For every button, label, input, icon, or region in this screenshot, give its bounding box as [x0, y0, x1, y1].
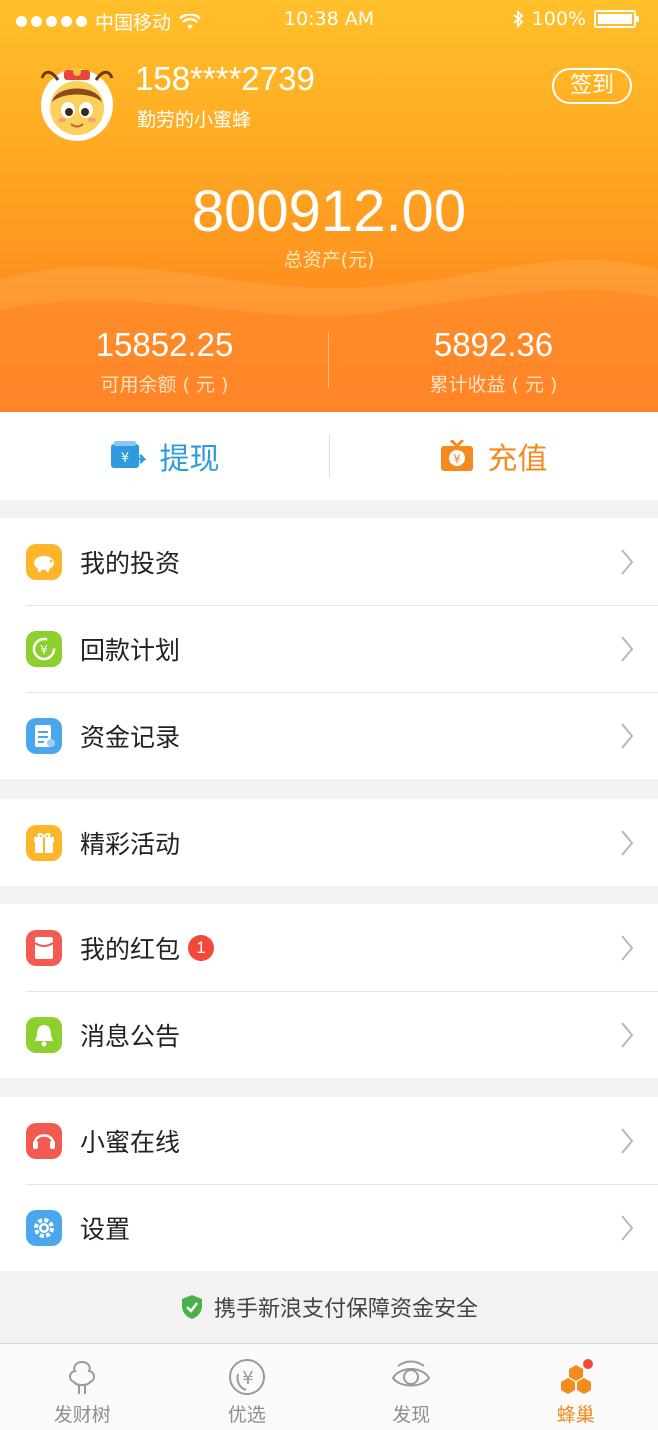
- svg-text:¥: ¥: [40, 643, 48, 657]
- tab-featured[interactable]: ¥ 优选: [165, 1344, 330, 1430]
- tab-label-hive: 蜂巢: [556, 1404, 595, 1426]
- eye-icon: [392, 1360, 431, 1387]
- menu-item-online-service[interactable]: 小蜜在线: [0, 1097, 658, 1184]
- status-bar: 中国移动 10:38 AM 100%: [0, 0, 658, 40]
- security-notice: 携手新浪支付保障资金安全: [0, 1272, 658, 1342]
- recharge-label: 充值: [487, 442, 548, 477]
- tab-hive[interactable]: 蜂巢: [494, 1344, 658, 1430]
- chevron-right-icon: [621, 549, 634, 575]
- withdraw-label: 提现: [159, 442, 220, 477]
- menu-label-red-packets: 我的红包: [80, 934, 181, 964]
- security-notice-text: 携手新浪支付保障资金安全: [213, 1297, 478, 1322]
- menu-item-red-packets[interactable]: 我的红包 1: [0, 904, 658, 991]
- account-header: 中国移动 10:38 AM 100% 158****2739 勤劳的小蜜蜂 签到…: [0, 0, 658, 412]
- menu-label-notices: 消息公告: [80, 1021, 181, 1051]
- available-balance[interactable]: 15852.25 可用余额 ( 元 ): [0, 326, 329, 397]
- user-nickname: 勤劳的小蜜蜂: [137, 109, 252, 131]
- menu-label-my-investment: 我的投资: [80, 548, 181, 578]
- chevron-right-icon: [621, 723, 634, 749]
- total-assets-label: 总资产(元): [283, 249, 375, 271]
- tab-fortune-tree[interactable]: 发财树: [0, 1344, 165, 1430]
- menu-item-repayment-plan[interactable]: ¥ 回款计划: [0, 605, 658, 692]
- action-row: ¥ 提现 ¥ 充值: [0, 412, 658, 500]
- menu-group-support: 小蜜在线 设置: [0, 1097, 658, 1271]
- notification-badge: 1: [188, 934, 215, 961]
- available-balance-value: 15852.25: [95, 326, 234, 363]
- bottom-tab-bar: 发财树 ¥ 优选 发现 蜂巢: [0, 1343, 658, 1430]
- cumulative-earnings-label: 累计收益 ( 元 ): [429, 374, 558, 396]
- chevron-right-icon: [621, 1022, 634, 1048]
- tab-label-discover: 发现: [392, 1404, 431, 1426]
- svg-text:¥: ¥: [242, 1368, 253, 1389]
- recharge-icon: ¥: [440, 440, 473, 471]
- recharge-button[interactable]: ¥ 充值: [329, 412, 658, 500]
- menu-label-online-service: 小蜜在线: [80, 1127, 181, 1157]
- menu-label-settings: 设置: [80, 1214, 131, 1244]
- gear-icon: [26, 1209, 62, 1246]
- cumulative-earnings-value: 5892.36: [433, 326, 554, 363]
- withdraw-button[interactable]: ¥ 提现: [0, 412, 329, 500]
- tab-discover[interactable]: 发现: [329, 1344, 494, 1430]
- tab-label-featured: 优选: [227, 1404, 266, 1426]
- menu-item-activities[interactable]: 精彩活动: [0, 799, 658, 886]
- menu-item-my-investment[interactable]: 我的投资: [0, 518, 658, 605]
- chevron-right-icon: [621, 636, 634, 662]
- piggy-bank-icon: [26, 543, 62, 580]
- battery-percent: 100%: [531, 8, 586, 30]
- chevron-right-icon: [621, 830, 634, 856]
- chevron-right-icon: [621, 935, 634, 961]
- wallet-withdraw-icon: ¥: [110, 441, 146, 468]
- available-balance-label: 可用余额 ( 元 ): [100, 374, 229, 396]
- chevron-right-icon: [621, 1128, 634, 1154]
- yuan-circle-icon: ¥: [228, 1359, 265, 1395]
- menu-item-notices[interactable]: 消息公告: [0, 991, 658, 1078]
- gift-icon: [26, 824, 62, 861]
- shield-check-icon: [181, 1295, 202, 1319]
- user-phone: 158****2739: [135, 60, 315, 97]
- menu-group-messages: 我的红包 1 消息公告: [0, 904, 658, 1078]
- chevron-right-icon: [621, 1215, 634, 1241]
- menu-label-repayment-plan: 回款计划: [80, 635, 181, 665]
- tab-label-fortune-tree: 发财树: [53, 1404, 111, 1426]
- svg-text:¥: ¥: [453, 452, 461, 466]
- cumulative-earnings[interactable]: 5892.36 累计收益 ( 元 ): [329, 326, 658, 397]
- menu-label-activities: 精彩活动: [80, 829, 181, 859]
- tree-icon: [69, 1360, 96, 1394]
- signin-button[interactable]: 签到: [552, 68, 632, 104]
- battery-icon: [594, 10, 639, 28]
- menu-group-investment: 我的投资 ¥ 回款计划 资金记录: [0, 518, 658, 779]
- headset-icon: [26, 1122, 62, 1159]
- total-assets-value: 800912.00: [191, 179, 467, 244]
- bee-avatar[interactable]: [36, 60, 118, 142]
- honeycomb-icon: [560, 1359, 593, 1394]
- notepad-icon: [26, 717, 62, 754]
- menu-group-activities: 精彩活动: [0, 799, 658, 886]
- red-packet-icon: [26, 929, 62, 966]
- menu-label-fund-records: 资金记录: [80, 722, 181, 752]
- menu-item-settings[interactable]: 设置: [0, 1184, 658, 1271]
- action-divider: [329, 434, 330, 478]
- refresh-yuan-icon: ¥: [26, 630, 62, 667]
- svg-text:¥: ¥: [120, 451, 128, 466]
- bell-icon: [26, 1016, 62, 1053]
- menu-item-fund-records[interactable]: 资金记录: [0, 692, 658, 779]
- bluetooth-icon: [513, 10, 523, 28]
